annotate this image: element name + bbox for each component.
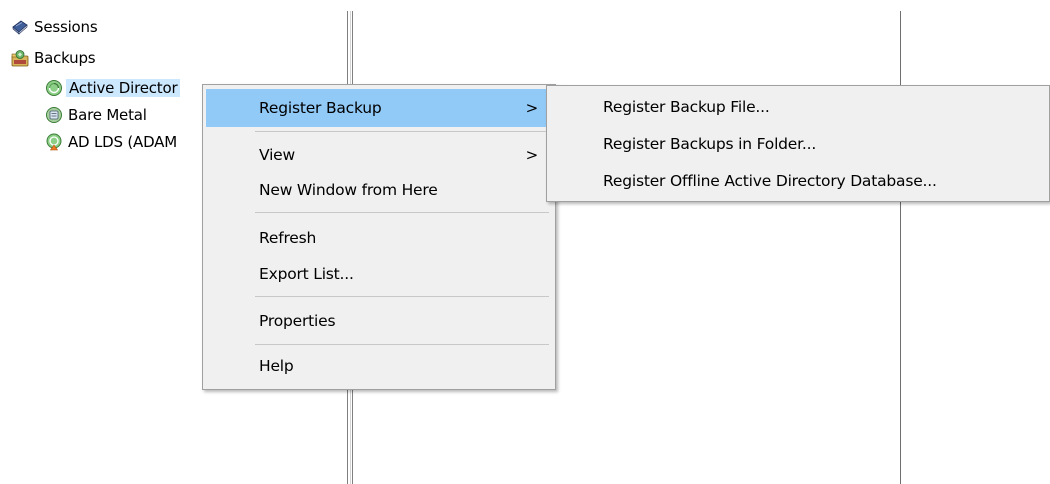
submenu-item-register-offline-ad-database[interactable]: Register Offline Active Directory Databa… bbox=[550, 163, 1046, 199]
menu-separator bbox=[255, 296, 549, 297]
menu-item-refresh[interactable]: Refresh bbox=[206, 221, 552, 255]
menu-item-label: New Window from Here bbox=[259, 181, 438, 199]
menu-item-label: Register Offline Active Directory Databa… bbox=[603, 172, 937, 190]
submenu-item-register-backups-in-folder[interactable]: Register Backups in Folder... bbox=[550, 126, 1046, 162]
menu-item-export-list[interactable]: Export List... bbox=[206, 257, 552, 291]
tree-item-ad-lds[interactable]: AD LDS (ADAM bbox=[45, 131, 177, 153]
menu-item-register-backup[interactable]: Register Backup > bbox=[206, 89, 552, 127]
tree-item-label: Backups bbox=[34, 49, 96, 67]
mmc-window: Sessions Backups Active Director Bare Me… bbox=[0, 0, 1050, 484]
tree-item-label: Sessions bbox=[34, 18, 98, 36]
menu-item-properties[interactable]: Properties bbox=[206, 303, 552, 339]
submenu-arrow-icon: > bbox=[525, 99, 539, 117]
context-menu: Register Backup > View > New Window from… bbox=[202, 84, 556, 390]
sessions-book-icon bbox=[11, 18, 29, 36]
active-directory-backup-icon bbox=[45, 79, 63, 97]
menu-item-label: Refresh bbox=[259, 229, 317, 247]
menu-separator bbox=[255, 344, 549, 345]
menu-item-label: Register Backup bbox=[259, 99, 382, 117]
tree-item-sessions[interactable]: Sessions bbox=[11, 16, 98, 38]
menu-item-label: Export List... bbox=[259, 265, 354, 283]
backups-folder-icon bbox=[11, 49, 29, 67]
menu-item-label: Register Backup File... bbox=[603, 98, 770, 116]
menu-item-label: Help bbox=[259, 357, 294, 375]
ad-lds-backup-icon bbox=[45, 133, 63, 151]
tree-item-bare-metal[interactable]: Bare Metal bbox=[45, 104, 147, 126]
submenu-item-register-backup-file[interactable]: Register Backup File... bbox=[550, 89, 1046, 125]
tree-item-backups[interactable]: Backups bbox=[11, 47, 96, 69]
tree-item-label: Bare Metal bbox=[68, 106, 147, 124]
menu-item-label: View bbox=[259, 145, 295, 164]
menu-separator bbox=[255, 212, 549, 213]
menu-item-label: Properties bbox=[259, 312, 336, 330]
action-pane-splitter[interactable] bbox=[900, 11, 901, 484]
tree-item-label: AD LDS (ADAM bbox=[68, 133, 177, 151]
tree-item-active-directory[interactable]: Active Director bbox=[45, 77, 181, 99]
menu-item-label: Register Backups in Folder... bbox=[603, 135, 817, 153]
submenu-arrow-icon: > bbox=[525, 145, 539, 164]
menu-separator bbox=[255, 131, 549, 132]
menu-item-view[interactable]: View > bbox=[206, 136, 552, 173]
register-backup-submenu: Register Backup File... Register Backups… bbox=[546, 85, 1050, 202]
menu-item-new-window-from-here[interactable]: New Window from Here bbox=[206, 171, 552, 209]
menu-item-help[interactable]: Help bbox=[206, 348, 552, 384]
bare-metal-backup-icon bbox=[45, 106, 63, 124]
tree-item-label: Active Director bbox=[66, 79, 181, 97]
